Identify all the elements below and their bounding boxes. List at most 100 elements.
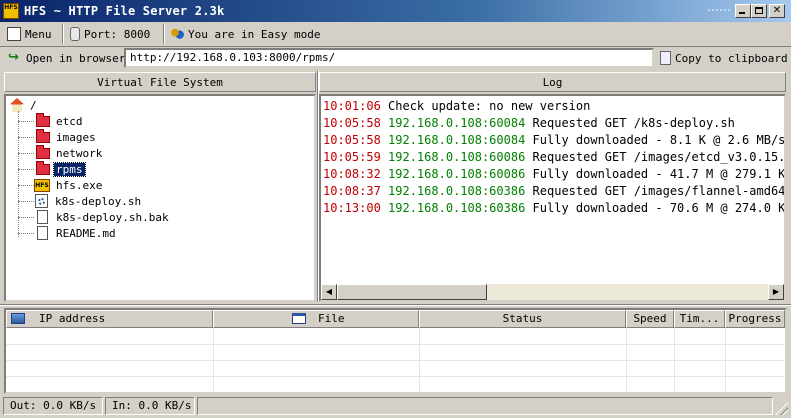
column-label: File	[318, 312, 345, 325]
tree-branch	[18, 169, 34, 170]
status-out-speed: Out: 0.0 KB/s	[3, 397, 103, 415]
copy-to-clipboard-label: Copy to clipboard	[675, 51, 788, 65]
log-time: 10:05:59	[323, 150, 381, 164]
tree-item-readme-md[interactable]: README.md	[37, 225, 118, 241]
close-icon: ✕	[772, 5, 782, 16]
log-time: 10:05:58	[323, 133, 381, 147]
folder-icon	[36, 128, 50, 143]
table-row	[6, 376, 785, 377]
tree-item-label-selected: rpms	[53, 161, 86, 177]
menu-icon	[7, 27, 21, 41]
tree-branch	[18, 185, 34, 186]
vfs-tree[interactable]: / etcd images network rpms HFS hfs.exe k…	[4, 94, 316, 302]
script-gear-icon	[35, 194, 48, 208]
close-button[interactable]: ✕	[769, 4, 785, 18]
url-field[interactable]: http://192.168.0.103:8000/rpms/	[124, 48, 654, 68]
column-progress[interactable]: Progress	[725, 310, 785, 328]
toolbar-separator	[163, 24, 165, 44]
tree-item-k8s-deploy-sh[interactable]: k8s-deploy.sh	[35, 193, 143, 209]
log-entry: 10:08:32 192.168.0.108:60086 Fully downl…	[323, 167, 784, 181]
log-time: 10:08:37	[323, 184, 381, 198]
tree-item-images[interactable]: images	[36, 128, 98, 145]
copy-to-clipboard-button[interactable]: Copy to clipboard	[656, 48, 788, 68]
file-window-icon	[292, 313, 306, 324]
scroll-right-icon: ▶	[772, 287, 780, 296]
port-button[interactable]: Port: 8000	[66, 24, 160, 44]
toolbar-separator	[62, 24, 64, 44]
tree-item-hfs-exe[interactable]: HFS hfs.exe	[34, 177, 104, 193]
table-row	[6, 360, 785, 361]
column-time[interactable]: Tim...	[674, 310, 725, 328]
title-bar: HFS HFS ~ HTTP File Server 2.3k ✕	[0, 0, 791, 22]
splitter-horizontal[interactable]	[0, 304, 791, 306]
log-time: 10:01:06	[323, 99, 381, 113]
folder-icon	[36, 160, 50, 175]
tree-item-k8s-deploy-sh-bak[interactable]: k8s-deploy.sh.bak	[37, 209, 171, 225]
tree-root[interactable]: /	[10, 97, 39, 113]
log-address: 192.168.0.108:60084	[388, 133, 526, 147]
scroll-left-button[interactable]: ◀	[321, 284, 337, 300]
open-in-browser-button[interactable]: ↪ Open in browser	[4, 48, 125, 68]
tree-branch	[18, 153, 34, 154]
hfs-exe-icon: HFS	[34, 178, 50, 192]
scroll-thumb[interactable]	[337, 284, 487, 300]
log-time: 10:08:32	[323, 167, 381, 181]
log-header: Log	[319, 72, 786, 92]
column-ip-address[interactable]: IP address	[6, 310, 213, 328]
network-icon	[11, 313, 25, 324]
tree-item-label: etcd	[56, 114, 83, 128]
tree-item-etcd[interactable]: etcd	[36, 112, 85, 129]
log-entry: 10:05:58 192.168.0.108:60084 Fully downl…	[323, 133, 786, 147]
log-entry: 10:01:06 Check update: no new version	[323, 99, 590, 113]
log-message: Check update: no new version	[388, 99, 591, 113]
log-panel[interactable]: 10:01:06 Check update: no new version 10…	[319, 94, 786, 302]
mode-button[interactable]: You are in Easy mode	[166, 24, 320, 44]
open-arrow-icon: ↪	[8, 50, 19, 65]
log-entry: 10:13:00 192.168.0.108:60386 Fully downl…	[323, 201, 784, 215]
log-entry: 10:05:58 192.168.0.108:60084 Requested G…	[323, 116, 735, 130]
scroll-left-icon: ◀	[325, 287, 333, 296]
window-title: HFS ~ HTTP File Server 2.3k	[24, 4, 225, 18]
table-grid-column	[213, 328, 214, 392]
tree-item-label: images	[56, 130, 96, 144]
port-plug-icon	[70, 27, 80, 41]
tree-item-network[interactable]: network	[36, 144, 104, 161]
log-horizontal-scrollbar[interactable]: ◀ ▶	[321, 284, 784, 300]
log-entry: 10:08:37 192.168.0.108:60386 Requested G…	[323, 184, 786, 198]
tree-item-rpms[interactable]: rpms	[36, 160, 86, 177]
file-icon	[37, 226, 48, 240]
tree-item-label: network	[56, 146, 103, 160]
log-message: Requested GET /k8s-deploy.sh	[532, 116, 735, 130]
column-status[interactable]: Status	[419, 310, 626, 328]
log-address: 192.168.0.108:60086	[388, 167, 526, 181]
log-message: Requested GET /images/flannel-amd64_v	[532, 184, 786, 198]
column-speed[interactable]: Speed	[626, 310, 674, 328]
minimize-button[interactable]	[735, 4, 751, 18]
tree-guide-line	[18, 111, 19, 237]
open-in-browser-label: Open in browser	[26, 51, 126, 65]
connections-table[interactable]: IP address File Status Speed Tim... Prog…	[4, 308, 787, 394]
users-icon	[170, 27, 184, 41]
scroll-right-button[interactable]: ▶	[768, 284, 784, 300]
tree-item-label: README.md	[56, 226, 116, 240]
table-grid-column	[674, 328, 675, 392]
log-address: 192.168.0.108:60386	[388, 184, 526, 198]
log-message: Requested GET /images/etcd_v3.0.15.ta	[532, 150, 786, 164]
log-message: Fully downloaded - 8.1 K @ 2.6 MB/s -	[532, 133, 786, 147]
table-row	[6, 344, 785, 345]
column-file[interactable]: File	[213, 310, 419, 328]
table-grid-column	[419, 328, 420, 392]
tree-item-label: hfs.exe	[56, 178, 103, 192]
maximize-button[interactable]	[751, 4, 767, 18]
table-grid-column	[626, 328, 627, 392]
table-grid-column	[725, 328, 726, 392]
menu-button[interactable]: Menu	[3, 24, 57, 44]
log-address: 192.168.0.108:60086	[388, 150, 526, 164]
resize-grip[interactable]	[775, 402, 788, 415]
folder-icon	[36, 144, 50, 159]
hfs-app-icon: HFS	[3, 3, 19, 19]
log-address: 192.168.0.108:60386	[388, 201, 526, 215]
log-time: 10:13:00	[323, 201, 381, 215]
tree-item-label: k8s-deploy.sh.bak	[56, 210, 169, 224]
status-in-speed: In: 0.0 KB/s	[105, 397, 195, 415]
